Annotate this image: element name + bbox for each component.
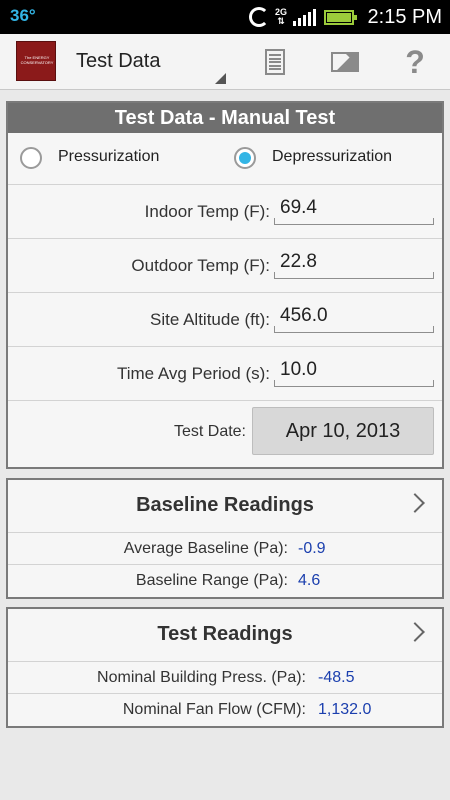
spinner-arrow-icon: [215, 73, 226, 84]
radio-pressurization[interactable]: [20, 147, 42, 169]
logo-text: The ENERGY CONSERVATORY: [20, 55, 54, 65]
outdoor-temp-row: Outdoor Temp (F): 22.8: [8, 238, 442, 292]
title-spinner[interactable]: Test Data: [66, 34, 226, 90]
test-date-label: Test Date:: [173, 423, 246, 440]
email-button[interactable]: [317, 34, 373, 90]
baseline-range-label: Baseline Range (Pa):: [135, 572, 288, 589]
app-logo[interactable]: The ENERGY CONSERVATORY: [16, 41, 56, 81]
report-button[interactable]: [247, 34, 303, 90]
indoor-temp-row: Indoor Temp (F): 69.4: [8, 184, 442, 238]
battery-icon: [324, 9, 357, 25]
temperature-indicator: 36°: [10, 6, 36, 25]
test-readings-title: Test Readings: [157, 623, 293, 645]
manual-test-panel: Test Data - Manual Test Pressurization D…: [6, 101, 444, 469]
status-icons: 2G ⇅: [249, 4, 357, 30]
time-avg-period-input[interactable]: 10.0: [274, 355, 434, 387]
time-avg-period-row: Time Avg Period (s): 10.0: [8, 346, 442, 400]
average-baseline-label: Average Baseline (Pa):: [123, 540, 288, 557]
site-altitude-row: Site Altitude (ft): 456.0: [8, 292, 442, 346]
nominal-fan-flow-label: Nominal Fan Flow (CFM):: [122, 701, 306, 718]
network-type-indicator: 2G ⇅: [275, 7, 288, 26]
outdoor-temp-label: Outdoor Temp (F):: [131, 256, 270, 275]
average-baseline-row: Average Baseline (Pa): -0.9: [8, 532, 442, 564]
mail-icon: [331, 52, 359, 72]
test-readings-panel[interactable]: Test Readings Nominal Building Press. (P…: [6, 607, 444, 728]
baseline-range-row: Baseline Range (Pa): 4.6: [8, 564, 442, 596]
signal-icon: [293, 8, 316, 26]
indoor-temp-input[interactable]: 69.4: [274, 193, 434, 225]
indoor-temp-label: Indoor Temp (F):: [144, 202, 270, 221]
average-baseline-value: -0.9: [298, 540, 326, 557]
nominal-fan-flow-value: 1,132.0: [318, 701, 372, 718]
baseline-range-value: 4.6: [298, 572, 321, 589]
test-readings-header[interactable]: Test Readings: [8, 609, 442, 661]
nominal-building-press-value: -48.5: [318, 669, 355, 686]
baseline-readings-panel[interactable]: Baseline Readings Average Baseline (Pa):…: [6, 478, 444, 599]
baseline-readings-header[interactable]: Baseline Readings: [8, 480, 442, 532]
action-bar: The ENERGY CONSERVATORY Test Data ?: [0, 34, 450, 90]
test-mode-group: Pressurization Depressurization: [8, 133, 442, 184]
help-icon: ?: [405, 43, 425, 80]
site-altitude-input[interactable]: 456.0: [274, 301, 434, 333]
radio-label-depressurization[interactable]: Depressurization: [272, 148, 392, 166]
panel-title: Test Data - Manual Test: [8, 103, 442, 133]
document-icon: [265, 49, 285, 75]
radio-depressurization[interactable]: [234, 147, 256, 169]
time-avg-period-label: Time Avg Period (s):: [116, 364, 270, 383]
nominal-building-press-label: Nominal Building Press. (Pa):: [97, 669, 306, 686]
nominal-fan-flow-row: Nominal Fan Flow (CFM): 1,132.0: [8, 693, 442, 725]
test-date-button[interactable]: Apr 10, 2013: [252, 407, 434, 455]
clock: 2:15 PM: [367, 6, 442, 28]
outdoor-temp-input[interactable]: 22.8: [274, 247, 434, 279]
sync-icon: [249, 7, 269, 27]
radio-label-pressurization[interactable]: Pressurization: [58, 148, 159, 166]
help-button[interactable]: ?: [387, 34, 443, 90]
status-bar: 36° 2G ⇅ 2:15 PM: [0, 0, 450, 34]
nominal-building-press-row: Nominal Building Press. (Pa): -48.5: [8, 661, 442, 693]
site-altitude-label: Site Altitude (ft):: [150, 310, 270, 329]
test-date-row: Test Date: Apr 10, 2013: [8, 400, 442, 464]
baseline-readings-title: Baseline Readings: [136, 494, 314, 516]
screen-title: Test Data: [76, 50, 161, 72]
